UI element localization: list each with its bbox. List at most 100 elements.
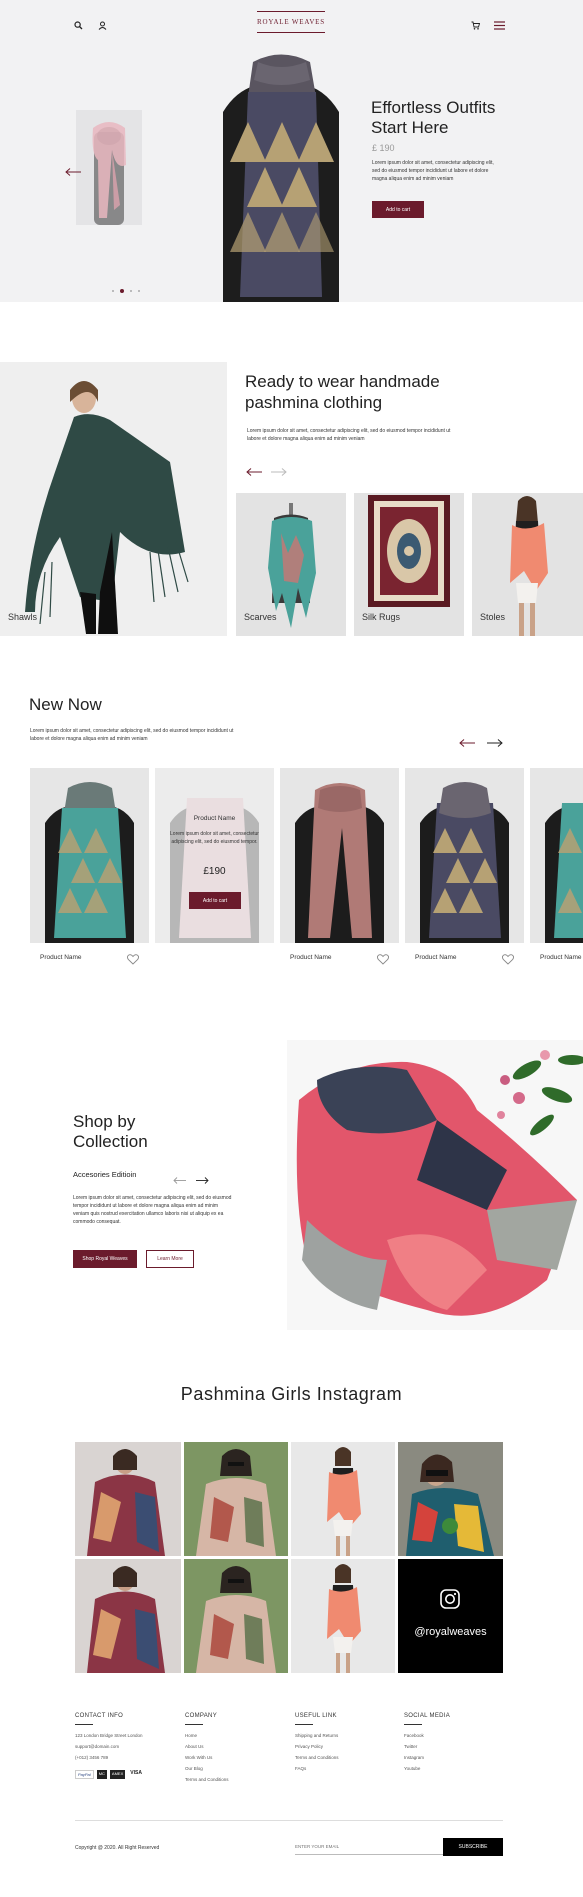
- hero-price: £ 190: [372, 143, 395, 153]
- footer-link[interactable]: Shipping and Returns: [295, 1733, 385, 1738]
- ready-title-line1: Ready to wear handmade: [245, 372, 440, 391]
- arrow-right-icon[interactable]: [487, 734, 503, 747]
- instagram-post[interactable]: [184, 1559, 288, 1673]
- footer-link[interactable]: Home: [185, 1733, 275, 1738]
- ready-description: Lorem ipsum dolor sit amet, consectetur …: [247, 428, 451, 442]
- footer-social-heading: SOCIAL MEDIA: [404, 1713, 451, 1719]
- footer-link[interactable]: Privacy Policy: [295, 1744, 385, 1749]
- category-label-shawls: Shawls: [8, 612, 38, 622]
- footer-link[interactable]: Our Blog: [185, 1766, 275, 1771]
- carousel-dot[interactable]: [112, 290, 114, 292]
- footer-useful-heading: USEFUL LINK: [295, 1713, 337, 1719]
- footer-phone[interactable]: (+012) 3456 789: [75, 1755, 165, 1760]
- subscribe-button[interactable]: SUBSCRIBE: [443, 1838, 503, 1856]
- heart-icon[interactable]: [127, 952, 139, 965]
- footer-email[interactable]: support@domain.com: [75, 1744, 165, 1749]
- divider: [295, 1724, 313, 1725]
- footer-company-heading: COMPANY: [185, 1713, 217, 1719]
- product-hover-name: Product Name: [193, 815, 236, 822]
- product-name[interactable]: Product Name: [40, 954, 82, 961]
- visa-icon: VISA: [130, 1770, 142, 1776]
- instagram-post[interactable]: [291, 1559, 395, 1673]
- product-add-to-cart-button[interactable]: Add to cart: [189, 892, 241, 909]
- menu-icon[interactable]: [494, 17, 505, 30]
- arrow-left-icon[interactable]: [173, 1171, 186, 1184]
- footer-link[interactable]: Terms and Conditions: [295, 1755, 385, 1760]
- collection-image: [287, 1040, 583, 1330]
- heart-icon[interactable]: [502, 952, 514, 965]
- hero-description: Lorem ipsum dolor sit amet, consectetur …: [372, 160, 494, 182]
- hero-title-line1: Effortless Outfits: [371, 98, 496, 117]
- new-now-title: New Now: [29, 695, 102, 714]
- instagram-handle: @royalweaves: [414, 1626, 487, 1638]
- collection-title-line2: Collection: [73, 1132, 148, 1151]
- newsletter-email-input[interactable]: [295, 1839, 443, 1855]
- instagram-post[interactable]: [75, 1559, 181, 1673]
- product-hover-description: Lorem ipsum dolor sit amet, consectetur …: [170, 831, 259, 845]
- shawls-image[interactable]: Shawls: [0, 362, 227, 636]
- product-card-image[interactable]: [530, 768, 583, 943]
- arrow-left-icon[interactable]: [459, 734, 475, 747]
- carousel-dot[interactable]: [138, 290, 140, 292]
- amex-icon: AMEX: [109, 1770, 126, 1779]
- heart-icon[interactable]: [377, 952, 389, 965]
- arrow-left-icon[interactable]: [246, 463, 262, 476]
- stoles-tile[interactable]: Stoles: [472, 493, 583, 636]
- product-card-image[interactable]: [405, 768, 524, 943]
- hero-title: Effortless Outfits Start Here: [371, 98, 511, 138]
- page: ROYALE WEAVES Effortless Outfits Start H…: [0, 0, 583, 1897]
- scarves-tile[interactable]: Scarves: [236, 493, 346, 636]
- learn-more-button[interactable]: Learn More: [146, 1250, 194, 1268]
- hero-add-to-cart-button[interactable]: Add to cart: [372, 201, 424, 218]
- search-icon[interactable]: [74, 17, 83, 30]
- logo[interactable]: ROYALE WEAVES: [257, 11, 325, 33]
- product-hover-price: £190: [203, 866, 226, 877]
- ready-title: Ready to wear handmade pashmina clothing: [245, 371, 475, 413]
- footer-link[interactable]: Facebook: [404, 1733, 494, 1738]
- shop-royal-weaves-button[interactable]: Shop Royal Weaves: [73, 1250, 137, 1268]
- payment-icons: PayPal MC AMEX VISA: [75, 1770, 165, 1779]
- instagram-title: Pashmina Girls Instagram: [180, 1384, 403, 1404]
- category-label-stoles: Stoles: [480, 612, 506, 622]
- footer-link[interactable]: Youtube: [404, 1766, 494, 1771]
- paypal-icon: PayPal: [75, 1770, 94, 1779]
- instagram-icon: [440, 1589, 460, 1609]
- footer-link[interactable]: FAQs: [295, 1766, 385, 1771]
- instagram-post[interactable]: [291, 1442, 395, 1556]
- instagram-post[interactable]: [75, 1442, 181, 1556]
- divider: [185, 1724, 203, 1725]
- collection-title-line1: Shop by: [73, 1112, 136, 1131]
- footer-link[interactable]: Twitter: [404, 1744, 494, 1749]
- carousel-dot-active[interactable]: [120, 289, 124, 293]
- user-icon[interactable]: [98, 17, 107, 30]
- footer-company: COMPANY Home About Us Work With Us Our B…: [185, 1713, 275, 1782]
- product-name[interactable]: Product Name: [290, 954, 332, 961]
- footer-link[interactable]: Work With Us: [185, 1755, 275, 1760]
- instagram-post[interactable]: [398, 1442, 503, 1556]
- collection-title: Shop by Collection: [73, 1112, 148, 1152]
- product-card-image[interactable]: [30, 768, 149, 943]
- product-card-image[interactable]: [280, 768, 399, 943]
- logo-text: ROYALE WEAVES: [257, 18, 325, 26]
- footer-link[interactable]: About Us: [185, 1744, 275, 1749]
- footer-social: SOCIAL MEDIA Facebook Twitter Instagram …: [404, 1713, 494, 1771]
- ready-title-line2: pashmina clothing: [245, 393, 383, 412]
- cart-icon[interactable]: [471, 17, 481, 30]
- category-label-scarves: Scarves: [244, 612, 277, 622]
- instagram-profile-tile[interactable]: @royalweaves: [398, 1559, 503, 1673]
- hero-main-image: [218, 52, 344, 302]
- arrow-right-icon[interactable]: [271, 463, 287, 476]
- product-name[interactable]: Product Name: [415, 954, 457, 961]
- hero-title-line2: Start Here: [371, 118, 449, 137]
- hero-prev-image[interactable]: [76, 110, 142, 225]
- product-name[interactable]: Product Name: [540, 954, 582, 961]
- footer-link[interactable]: Terms and Conditions: [185, 1777, 275, 1782]
- product-card-hover[interactable]: Product Name Lorem ipsum dolor sit amet,…: [155, 768, 274, 943]
- footer-link[interactable]: Instagram: [404, 1755, 494, 1760]
- instagram-post[interactable]: [184, 1442, 288, 1556]
- carousel-dot[interactable]: [130, 290, 132, 292]
- arrow-right-icon[interactable]: [196, 1171, 209, 1184]
- arrow-left-icon[interactable]: [65, 163, 81, 176]
- collection-subtitle: Accesories Editioin: [73, 1170, 137, 1179]
- silk-rugs-tile[interactable]: Silk Rugs: [354, 493, 464, 636]
